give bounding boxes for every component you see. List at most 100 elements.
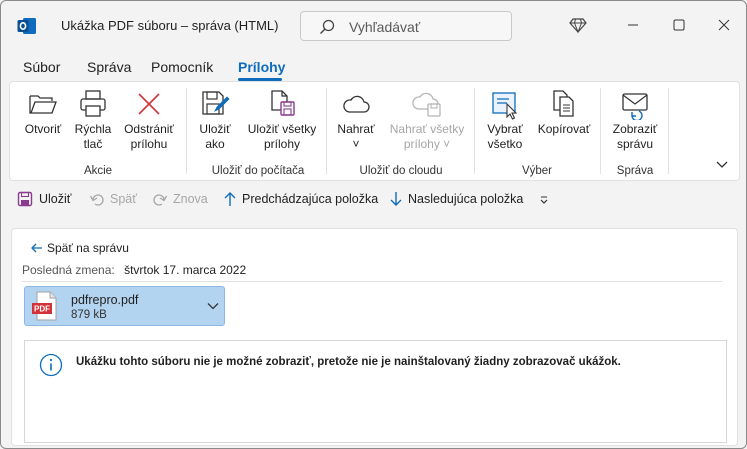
window-title: Ukážka PDF súboru – správa (HTML)	[61, 18, 279, 33]
upload-all-attachments-button[interactable]: Nahrať všetky prílohy ˅	[384, 88, 470, 152]
last-modified-value: štvrtok 17. marca 2022	[124, 263, 247, 277]
group-label-actions: Akcie	[83, 165, 113, 177]
qat-redo-button[interactable]: Znova	[152, 192, 208, 206]
search-placeholder: Vyhľadávať	[349, 19, 421, 35]
quick-access-toolbar: Uložiť Späť Znova Predchádzajúca položka	[9, 183, 740, 217]
qat-previous-item-button[interactable]: Predchádzajúca položka	[223, 192, 378, 206]
qat-customize-chevron-icon[interactable]	[538, 194, 550, 206]
attachment-name: pdfrepro.pdf	[71, 293, 139, 307]
info-icon	[39, 353, 63, 377]
save-all-icon	[271, 90, 295, 116]
ribbon-separator	[326, 88, 327, 174]
open-button[interactable]: Otvoriť	[16, 88, 70, 137]
attachment-dropdown-chevron-icon[interactable]	[207, 302, 219, 310]
save-as-icon	[202, 91, 230, 115]
select-all-label-line1: Vybrať	[487, 122, 523, 136]
quick-print-button[interactable]: Rýchla tlač	[68, 88, 118, 152]
remove-attachment-label-line1: Odstrániť	[124, 122, 174, 136]
close-window-button[interactable]	[709, 11, 739, 39]
printer-icon	[80, 90, 106, 117]
preview-unavailable-text: Ukážku tohto súboru nie je možné zobrazi…	[76, 356, 621, 368]
quick-print-label-line2: tlač	[83, 137, 103, 151]
envelope-arrow-icon	[622, 93, 648, 120]
qat-previous-label: Predchádzajúca položka	[242, 192, 379, 206]
red-x-icon	[138, 93, 160, 115]
copy-button[interactable]: Kopírovať	[534, 88, 594, 137]
qat-next-item-button[interactable]: Nasledujúca položka	[389, 192, 523, 206]
minimize-button[interactable]	[618, 11, 648, 39]
show-message-button[interactable]: Zobraziť správu	[606, 88, 664, 152]
save-all-attachments-button[interactable]: Uložiť všetky prílohy	[240, 88, 324, 152]
select-all-label-line2: všetko	[487, 137, 523, 151]
search-icon	[320, 19, 335, 34]
select-all-button[interactable]: Vybrať všetko	[480, 88, 530, 152]
divider	[22, 281, 722, 282]
tab-help[interactable]: Pomocník	[151, 59, 213, 75]
qat-save-label: Uložiť	[39, 192, 72, 206]
cloud-upload-icon	[412, 92, 441, 117]
arrow-down-icon	[390, 192, 402, 206]
group-label-select: Výber	[521, 165, 553, 177]
outlook-app-icon	[17, 18, 36, 34]
show-message-label-line1: Zobraziť	[612, 122, 658, 136]
undo-icon	[89, 194, 104, 206]
premium-diamond-icon[interactable]	[569, 16, 587, 34]
upload-all-label-line1: Nahrať všetky	[389, 122, 465, 136]
last-modified: Posledná zmena: štvrtok 17. marca 2022	[22, 263, 246, 277]
tab-file[interactable]: Súbor	[23, 59, 60, 75]
open-label: Otvoriť	[24, 122, 62, 136]
copy-icon	[553, 90, 574, 117]
redo-icon	[153, 194, 168, 206]
ribbon-separator	[474, 88, 475, 174]
qat-redo-label: Znova	[173, 192, 208, 206]
search-box[interactable]: Vyhľadávať	[300, 11, 512, 41]
save-all-label-line2: prílohy	[263, 137, 301, 151]
quick-print-label-line1: Rýchla	[74, 122, 112, 136]
attachment-preview-pane: Späť na správu Posledná zmena: štvrtok 1…	[11, 228, 738, 446]
remove-attachment-button[interactable]: Odstrániť prílohu	[118, 88, 180, 152]
arrow-left-icon	[31, 243, 42, 253]
save-as-label-line1: Uložiť	[199, 122, 231, 136]
cloud-icon	[343, 95, 370, 113]
save-icon	[17, 191, 33, 207]
save-all-label-line1: Uložiť všetky	[247, 122, 317, 136]
ribbon-separator	[668, 88, 669, 174]
arrow-up-icon	[224, 192, 236, 206]
folder-open-icon	[29, 95, 57, 114]
ribbon-separator	[600, 88, 601, 174]
outlook-window: Ukážka PDF súboru – správa (HTML) Vyhľad…	[0, 0, 747, 449]
save-as-button[interactable]: Uložiť ako	[192, 88, 238, 152]
upload-button[interactable]: Nahrať ˅	[332, 88, 380, 152]
save-as-label-line2: ako	[205, 137, 225, 151]
pdf-file-icon: PDF	[32, 291, 57, 321]
preview-unavailable-message: Ukážku tohto súboru nie je možné zobrazi…	[24, 340, 727, 443]
select-all-icon	[492, 92, 518, 120]
upload-label: Nahrať	[337, 122, 375, 136]
qat-undo-button[interactable]: Späť	[89, 192, 137, 206]
upload-all-label-line2: prílohy ˅	[403, 137, 451, 151]
title-bar: Ukážka PDF súboru – správa (HTML) Vyhľad…	[1, 1, 746, 51]
attachment-card[interactable]: PDF pdfrepro.pdf 879 kB	[24, 286, 225, 326]
ribbon-expand-chevron-icon[interactable]	[715, 160, 729, 170]
last-modified-label: Posledná zmena:	[22, 263, 115, 277]
qat-undo-label: Späť	[110, 192, 137, 206]
remove-attachment-label-line2: prílohu	[130, 137, 168, 151]
upload-chevron: ˅	[352, 137, 360, 151]
tab-message[interactable]: Správa	[87, 59, 131, 75]
ribbon: Otvoriť Rýchla tlač Odstrániť prílohu Ak…	[9, 81, 740, 181]
back-to-message-link[interactable]: Späť na správu	[31, 241, 129, 255]
copy-label: Kopírovať	[537, 122, 591, 136]
ribbon-tabs: Súbor Správa Pomocník Prílohy	[1, 55, 746, 81]
ribbon-separator	[186, 88, 187, 174]
maximize-button[interactable]	[664, 11, 694, 39]
attachment-size: 879 kB	[71, 309, 107, 321]
pdf-badge-text: PDF	[34, 305, 50, 314]
group-label-save-cloud: Uložiť do cloudu	[359, 165, 443, 177]
group-label-save-pc: Uložiť do počítača	[211, 165, 305, 177]
show-message-label-line2: správu	[616, 137, 654, 151]
qat-next-label: Nasledujúca položka	[408, 192, 524, 206]
tab-attachments[interactable]: Prílohy	[238, 59, 285, 75]
back-to-message-label: Späť na správu	[47, 241, 129, 255]
group-label-message: Správa	[616, 165, 654, 177]
qat-save-button[interactable]: Uložiť	[17, 191, 72, 207]
